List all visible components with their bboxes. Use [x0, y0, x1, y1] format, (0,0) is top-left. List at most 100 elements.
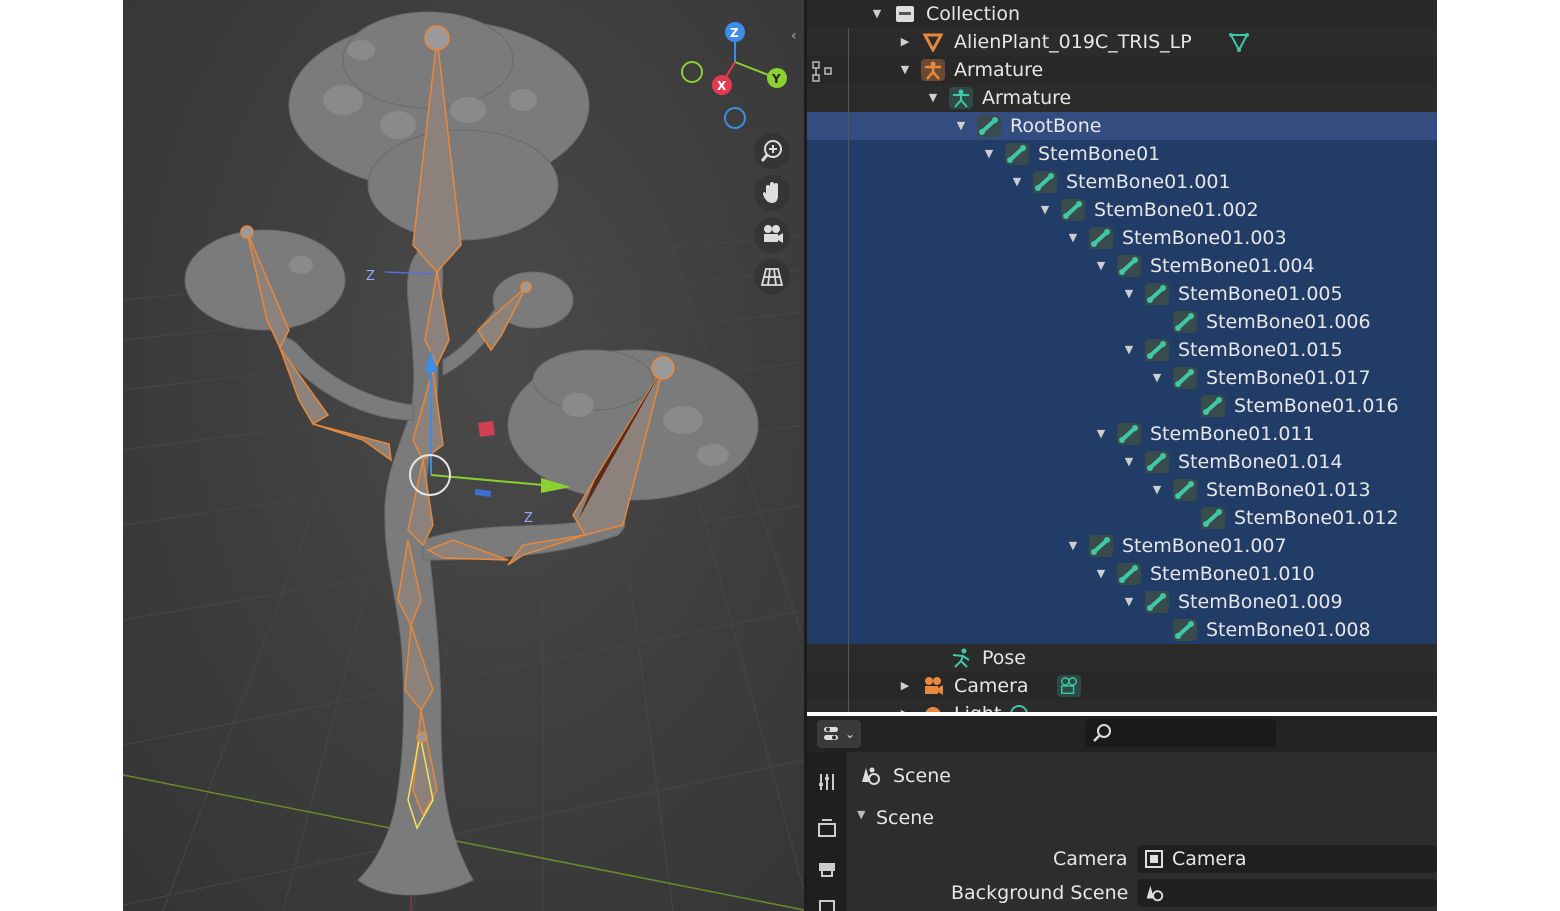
expand-down-icon[interactable]: ▼ [1009, 168, 1025, 196]
editor-type-button[interactable]: ⌄ [817, 720, 861, 748]
bone-icon [1089, 535, 1113, 557]
gizmo-y-label: Y [771, 72, 781, 86]
hierarchy-guide-line [848, 28, 849, 712]
expand-down-icon[interactable]: ▼ [1121, 336, 1137, 364]
outliner[interactable]: ▼ Collection ▶ AlienPlant_019C_TRIS_LP ▼ Arma… [807, 0, 1437, 712]
outliner-row-label: StemBone01.003 [1122, 227, 1287, 249]
bone-icon [1201, 507, 1225, 529]
expand-down-icon[interactable]: ▼ [1093, 420, 1109, 448]
light-data-icon[interactable] [1007, 703, 1031, 712]
outliner-row[interactable]: ▼ RootBone [807, 112, 1437, 140]
expand-down-icon[interactable]: ▼ [1121, 280, 1137, 308]
bone-icon [1145, 283, 1169, 305]
outliner-row[interactable]: ▼ StemBone01.010 [807, 560, 1437, 588]
outliner-row[interactable]: ▼ StemBone01.013 [807, 476, 1437, 504]
gizmo-x-label: X [717, 79, 727, 93]
expand-down-icon[interactable]: ▼ [1093, 252, 1109, 280]
viewport-scene[interactable]: Z Z Z Y X [123, 0, 804, 911]
outliner-row[interactable]: ▶ AlienPlant_019C_TRIS_LP [807, 28, 1437, 56]
expand-down-icon[interactable]: ▼ [981, 140, 997, 168]
tool-icon [819, 774, 834, 790]
x-axis-line [123, 774, 804, 911]
bone-icon [1173, 619, 1197, 641]
bone-icon [1145, 451, 1169, 473]
tab-view-layer[interactable] [811, 892, 843, 911]
expand-down-icon[interactable]: ▼ [1121, 588, 1137, 616]
outliner-row[interactable]: ▼ StemBone01.004 [807, 252, 1437, 280]
outliner-row[interactable]: ▼ StemBone01.002 [807, 196, 1437, 224]
expand-down-icon[interactable]: ▼ [1149, 476, 1165, 504]
tab-output[interactable] [811, 852, 843, 884]
outliner-row-label: AlienPlant_019C_TRIS_LP [954, 31, 1192, 53]
tab-tool[interactable] [811, 766, 843, 798]
properties-context-title: Scene [893, 765, 951, 787]
properties-tabs [807, 752, 847, 911]
3d-viewport[interactable]: Z Z Z Y X ‹ [123, 0, 804, 911]
camera-object-icon [921, 675, 945, 697]
outliner-row[interactable]: ▼ StemBone01.011 [807, 420, 1437, 448]
camera-view-icon[interactable] [754, 217, 790, 253]
camera-data-icon[interactable] [1057, 675, 1081, 697]
expand-right-icon[interactable]: ▶ [897, 700, 913, 712]
outliner-row[interactable]: ▼ StemBone01.005 [807, 280, 1437, 308]
outliner-row-label: StemBone01.012 [1234, 507, 1399, 529]
chevron-down-icon: ⌄ [844, 727, 856, 741]
zoom-icon[interactable] [754, 133, 790, 169]
outliner-row[interactable]: ▼ Armature [807, 84, 1437, 112]
tab-render[interactable] [811, 812, 843, 844]
outliner-row[interactable]: StemBone01.006 [807, 308, 1437, 336]
expand-down-icon[interactable]: ▼ [869, 0, 885, 28]
outliner-row-label: StemBone01.005 [1178, 283, 1343, 305]
collection-icon [893, 3, 917, 25]
expand-down-icon[interactable]: ▼ [1093, 560, 1109, 588]
expand-right-icon[interactable]: ▶ [897, 28, 913, 56]
camera-field[interactable]: Camera [1137, 845, 1437, 873]
pan-hand-icon[interactable] [754, 175, 790, 211]
orientation-gizmo[interactable]: Z Y X [681, 22, 787, 129]
bone-icon [1145, 591, 1169, 613]
sidebar-toggle-chevron-icon[interactable]: ‹ [791, 28, 804, 48]
expand-down-icon[interactable]: ▼ [1065, 224, 1081, 252]
gizmo-y-negative[interactable] [681, 61, 703, 83]
expand-right-icon[interactable]: ▶ [897, 672, 913, 700]
alien-plant-mesh[interactable] [184, 11, 759, 896]
outliner-row[interactable]: ▼ StemBone01.007 [807, 532, 1437, 560]
bone-axis-label: Z [366, 269, 375, 284]
outliner-row-label: StemBone01.011 [1150, 423, 1315, 445]
expand-down-icon[interactable]: ▼ [1149, 364, 1165, 392]
properties-editor[interactable]: ⌄ Scene ▼ Scene Camera Camera Background… [807, 716, 1437, 911]
armature-data-icon [949, 87, 973, 109]
expand-down-icon[interactable]: ▼ [925, 84, 941, 112]
search-icon [1093, 724, 1111, 742]
outliner-row[interactable]: ▼ StemBone01.001 [807, 168, 1437, 196]
outliner-row[interactable]: ▼ Armature [807, 56, 1437, 84]
outliner-row[interactable]: StemBone01.008 [807, 616, 1437, 644]
bone-icon [1033, 171, 1057, 193]
mesh-data-icon[interactable] [1227, 31, 1251, 53]
background-scene-field[interactable] [1137, 879, 1437, 907]
expand-down-icon[interactable]: ▼ [897, 56, 913, 84]
gizmo-z-negative[interactable] [724, 107, 746, 129]
outliner-row[interactable]: StemBone01.016 [807, 392, 1437, 420]
expand-down-icon[interactable]: ▼ [1065, 532, 1081, 560]
outliner-row[interactable]: ▼ StemBone01.014 [807, 448, 1437, 476]
search-input[interactable] [1085, 719, 1276, 747]
outliner-row[interactable]: ▼ StemBone01.009 [807, 588, 1437, 616]
outliner-row[interactable]: StemBone01.012 [807, 504, 1437, 532]
expand-down-icon[interactable]: ▼ [1121, 448, 1137, 476]
outliner-row[interactable]: Pose [807, 644, 1437, 672]
camera-field-label: Camera [1053, 848, 1128, 870]
outliner-row[interactable]: ▶ Light [807, 700, 1437, 712]
panel-collapse-triangle-icon[interactable]: ▼ [857, 808, 865, 821]
grid-view-icon[interactable] [754, 259, 790, 295]
outliner-row[interactable]: ▼ StemBone01 [807, 140, 1437, 168]
outliner-row[interactable]: ▼ StemBone01.015 [807, 336, 1437, 364]
outliner-row[interactable]: ▼ Collection [807, 0, 1437, 28]
expand-down-icon[interactable]: ▼ [953, 112, 969, 140]
outliner-row[interactable]: ▼ StemBone01.003 [807, 224, 1437, 252]
expand-down-icon[interactable]: ▼ [1037, 196, 1053, 224]
scene-panel-title[interactable]: Scene [876, 807, 934, 829]
outliner-row[interactable]: ▼ StemBone01.017 [807, 364, 1437, 392]
outliner-row[interactable]: ▶ Camera [807, 672, 1437, 700]
bone-icon [1173, 311, 1197, 333]
